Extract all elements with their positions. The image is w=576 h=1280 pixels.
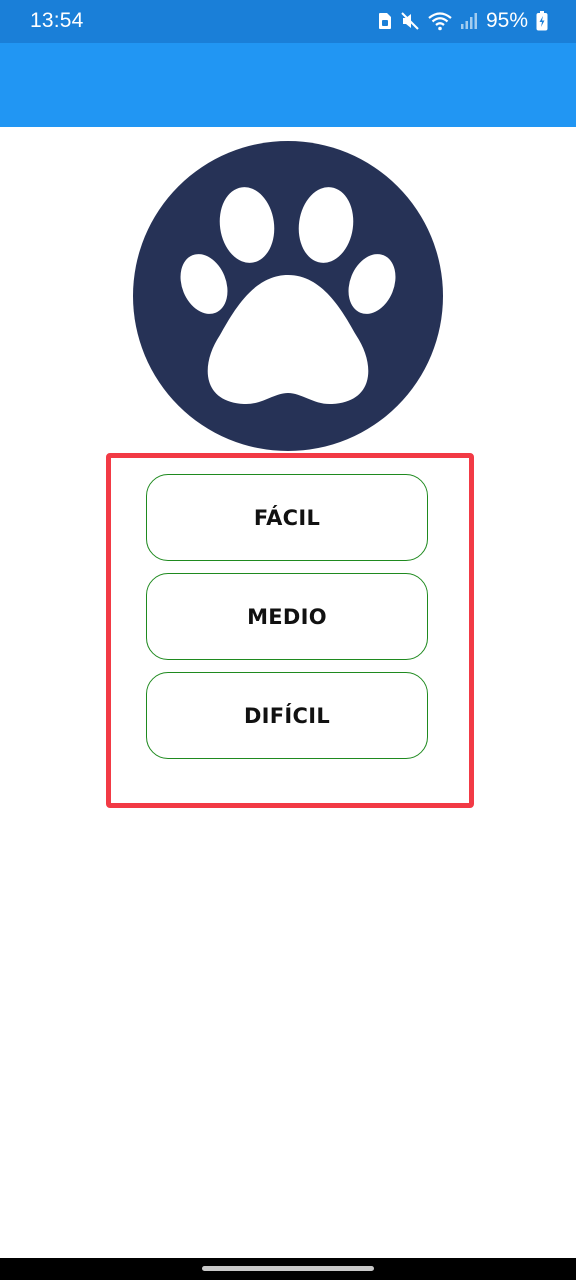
easy-button[interactable]: FÁCIL (146, 474, 428, 561)
medium-button[interactable]: MEDIO (146, 573, 428, 660)
app-bar (0, 43, 576, 127)
hard-button[interactable]: DIFÍCIL (146, 672, 428, 759)
sim-card-icon (378, 12, 392, 30)
navigation-bar (0, 1258, 576, 1280)
status-time: 13:54 (30, 9, 84, 32)
battery-icon (536, 11, 548, 31)
wifi-icon (428, 11, 452, 31)
paw-icon (133, 141, 443, 451)
battery-percent: 95% (485, 9, 528, 32)
status-icons: 95% (378, 8, 548, 34)
paw-logo (132, 140, 444, 452)
status-bar: 13:54 95% (0, 0, 576, 43)
mute-icon (400, 11, 420, 31)
signal-icon (460, 12, 478, 30)
home-indicator[interactable] (202, 1266, 374, 1271)
